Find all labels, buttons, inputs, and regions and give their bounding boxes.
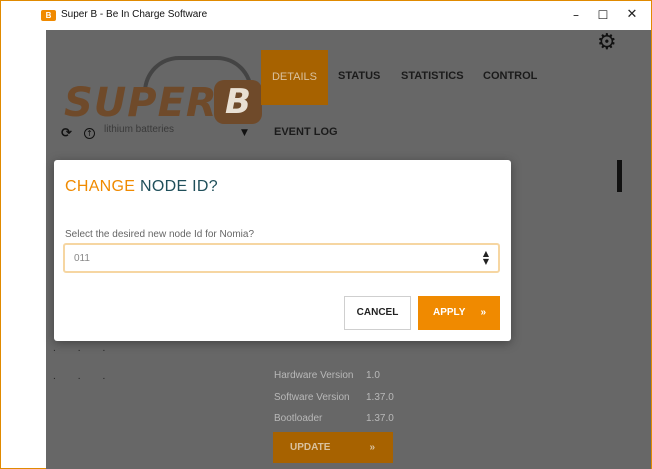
- side-scroll-handle[interactable]: [617, 160, 622, 192]
- logo-subtitle: lithium batteries: [104, 124, 175, 135]
- apply-button-label: APPLY: [433, 307, 466, 318]
- cancel-button[interactable]: CANCEL: [344, 296, 411, 330]
- chevrons-right-icon: »: [369, 442, 375, 453]
- list-placeholder-dots: ...: [53, 343, 128, 354]
- dialog-title-rest: NODE ID?: [135, 178, 218, 195]
- maximize-button[interactable]: ☐: [588, 4, 618, 26]
- refresh-icon[interactable]: ⟳: [61, 126, 72, 141]
- apply-button[interactable]: APPLY »: [418, 296, 500, 330]
- list-placeholder-dots: ...: [53, 371, 128, 382]
- dialog-title-accent: CHANGE: [65, 178, 136, 195]
- app-logo-icon: B: [41, 10, 56, 21]
- close-button[interactable]: ✕: [617, 4, 647, 26]
- update-button[interactable]: UPDATE »: [273, 432, 393, 463]
- app-window: B Super B - Be In Charge Software – ☐ ✕ …: [0, 0, 652, 469]
- tab-statistics[interactable]: STATISTICS: [401, 70, 464, 82]
- select-down-arrow: ▼: [482, 257, 489, 266]
- tab-control[interactable]: CONTROL: [483, 70, 537, 82]
- logo-badge: B: [214, 80, 262, 124]
- tab-status[interactable]: STATUS: [338, 70, 380, 82]
- change-node-id-dialog: CHANGE NODE ID? Select the desired new n…: [54, 160, 511, 341]
- chevron-down-icon[interactable]: ▼: [241, 128, 248, 138]
- update-button-label: UPDATE: [290, 442, 331, 453]
- software-version-value: 1.37.0: [366, 392, 394, 403]
- bootloader-label: Bootloader: [274, 413, 323, 424]
- select-arrows-icon: ▲ ▼: [483, 250, 489, 266]
- logo-wordmark: SUPER: [64, 80, 218, 126]
- tab-event-log[interactable]: EVENT LOG: [274, 126, 338, 138]
- bootloader-value: 1.37.0: [366, 413, 394, 424]
- title-bar: B Super B - Be In Charge Software – ☐ ✕: [1, 1, 651, 30]
- node-id-select-value: 011: [74, 253, 90, 264]
- dialog-title: CHANGE NODE ID?: [65, 178, 218, 196]
- hardware-version-value: 1.0: [366, 370, 380, 381]
- minimize-button[interactable]: –: [561, 4, 591, 26]
- tab-details[interactable]: DETAILS: [261, 50, 328, 105]
- upload-icon[interactable]: ↑: [84, 128, 95, 139]
- gear-icon[interactable]: ⚙: [597, 30, 617, 55]
- node-id-prompt: Select the desired new node Id for Nomia…: [65, 229, 254, 240]
- hardware-version-label: Hardware Version: [274, 370, 354, 381]
- chevrons-right-icon: »: [480, 307, 486, 318]
- node-id-select[interactable]: 011 ▲ ▼: [63, 243, 500, 273]
- window-title: Super B - Be In Charge Software: [61, 9, 208, 20]
- software-version-label: Software Version: [274, 392, 350, 403]
- super-b-logo: SUPER B lithium batteries: [58, 52, 273, 135]
